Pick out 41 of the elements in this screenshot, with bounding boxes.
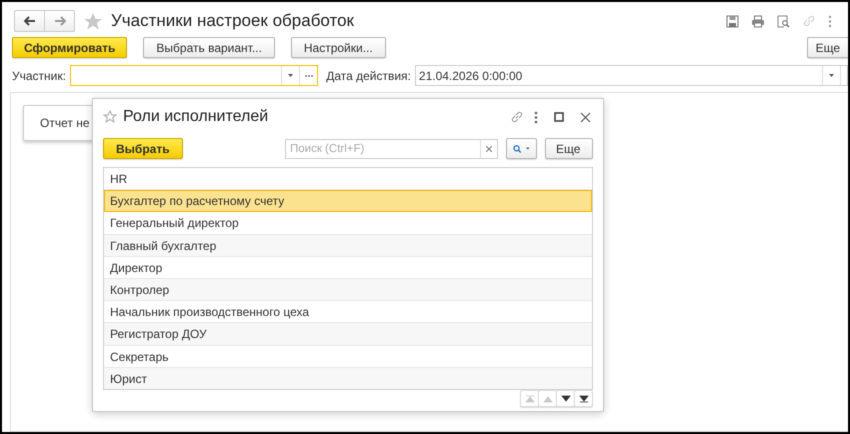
back-arrow-icon <box>24 16 36 26</box>
forward-arrow-icon <box>54 16 66 26</box>
date-field[interactable]: 21.04.2026 0:00:00 <box>414 65 848 86</box>
toolbar-button[interactable]: Выбрать вариант... <box>143 37 275 58</box>
dropdown-icon[interactable] <box>288 74 294 77</box>
more-button[interactable]: Еще <box>545 138 593 159</box>
clear-icon[interactable] <box>486 146 492 152</box>
list-item[interactable]: Контролер <box>104 278 592 302</box>
field-label: Дата действия: <box>326 68 411 82</box>
dropdown-icon[interactable] <box>829 74 834 77</box>
list-item[interactable]: Главный бухгалтер <box>104 234 592 257</box>
more-menu-icon[interactable] <box>534 110 538 124</box>
down-icon <box>560 394 570 404</box>
list-item[interactable]: Юрист <box>104 368 592 389</box>
close-icon[interactable] <box>580 112 591 122</box>
preview-icon[interactable] <box>777 14 790 28</box>
save-icon[interactable] <box>726 14 739 28</box>
window-title: Участники настроек обработок <box>111 11 355 31</box>
to-top-icon <box>524 394 534 404</box>
list-item[interactable]: Регистратор ДОУ <box>104 323 592 346</box>
select-button[interactable]: Выбрать <box>103 138 183 159</box>
search-button[interactable] <box>506 138 537 159</box>
to-bottom-icon <box>578 394 588 404</box>
participant-field[interactable] <box>70 65 318 86</box>
favorite-star-icon[interactable] <box>103 110 117 124</box>
print-icon[interactable] <box>751 14 765 28</box>
more-button[interactable]: Еще <box>806 37 848 58</box>
search-icon <box>513 142 522 154</box>
more-menu-icon[interactable] <box>828 14 832 28</box>
list-item[interactable]: Бухгалтер по расчетному счету <box>104 190 592 212</box>
favorite-star-icon[interactable] <box>83 12 103 30</box>
search-field[interactable]: Поиск (Ctrl+F) <box>285 138 480 158</box>
maximize-icon[interactable] <box>554 112 564 122</box>
scroll-last-button[interactable] <box>574 390 593 407</box>
link-icon[interactable] <box>510 110 524 124</box>
field-label: Участник: <box>12 68 66 82</box>
up-icon <box>542 394 552 404</box>
generate-button[interactable]: Сформировать <box>12 37 128 58</box>
scroll-down-button[interactable] <box>556 390 575 407</box>
dialog-title: Роли исполнителей <box>123 108 270 126</box>
toolbar-button[interactable]: Настройки... <box>290 37 386 58</box>
